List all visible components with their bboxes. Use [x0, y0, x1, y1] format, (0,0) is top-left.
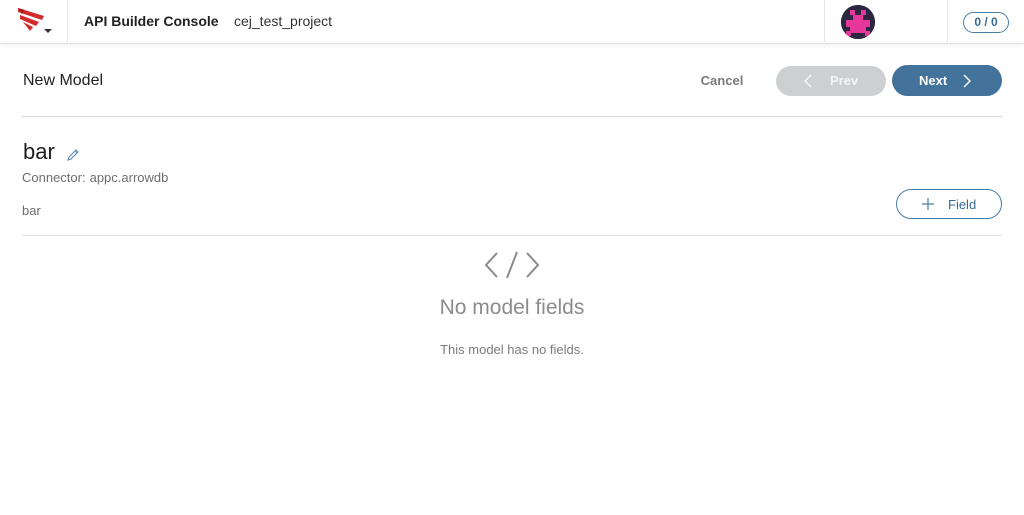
add-field-label: Field: [948, 197, 977, 212]
next-button-label: Next: [919, 73, 948, 88]
model-description: bar: [22, 203, 41, 218]
chevron-down-icon: [44, 29, 52, 33]
code-brackets-icon: [484, 251, 540, 279]
chevron-right-icon: [963, 74, 971, 88]
plus-icon: [922, 198, 934, 210]
header-divider: [22, 116, 1002, 117]
connector-info: Connector: appc.arrowdb: [22, 170, 168, 185]
page-title: New Model: [23, 72, 104, 89]
app-title: API Builder Console: [84, 13, 219, 29]
notification-counter[interactable]: 0 / 0: [963, 12, 1009, 33]
connector-value: appc.arrowdb: [89, 170, 169, 185]
app-menu-button[interactable]: [0, 0, 68, 44]
chevron-left-icon: [804, 74, 812, 88]
model-divider: [22, 235, 1002, 236]
cancel-button[interactable]: Cancel: [692, 66, 752, 96]
connector-label: Connector:: [22, 170, 86, 185]
next-button[interactable]: Next: [892, 65, 1002, 96]
add-field-button[interactable]: Field: [896, 189, 1002, 219]
project-name[interactable]: cej_test_project: [234, 13, 332, 29]
user-menu[interactable]: [824, 0, 948, 44]
empty-state-subtitle: This model has no fields.: [440, 342, 584, 357]
user-avatar-icon: [841, 5, 875, 39]
model-name: bar: [23, 139, 55, 164]
empty-state-title: No model fields: [439, 296, 585, 319]
top-navigation-bar: API Builder Console cej_test_project 0 /…: [0, 0, 1024, 44]
prev-button[interactable]: Prev: [776, 66, 886, 96]
pencil-icon[interactable]: [66, 148, 80, 162]
prev-button-label: Prev: [830, 73, 859, 88]
